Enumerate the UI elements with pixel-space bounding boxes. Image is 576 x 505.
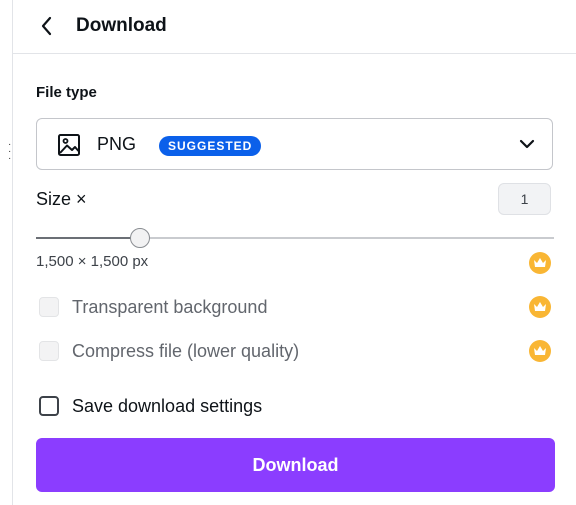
compress-file-label: Compress file (lower quality) [72,340,300,361]
chevron-down-icon [519,139,535,149]
size-label: Size × [36,189,87,209]
file-type-select[interactable]: PNG SUGGESTED [36,118,553,170]
dimensions-text: 1,500 × 1,500 px [36,253,149,270]
slider-fill [36,237,140,239]
download-panel: Download File type PNG SUGGESTED Size × … [13,0,576,505]
suggested-badge: SUGGESTED [159,136,262,156]
download-button[interactable]: Download [36,438,555,492]
slider-thumb[interactable] [129,228,150,248]
resize-handle[interactable]: · · · [8,140,11,164]
page-title: Download [76,15,167,36]
save-settings-label: Save download settings [72,395,263,416]
compress-file-option[interactable]: Compress file (lower quality) [39,338,299,364]
chevron-left-icon [41,16,52,36]
panel-header: Download [13,0,576,54]
file-type-label: File type [36,84,97,101]
image-icon [58,134,80,156]
premium-crown-icon [529,340,551,362]
save-settings-option[interactable]: Save download settings [39,393,262,419]
compress-file-checkbox[interactable] [39,341,59,361]
transparent-background-label: Transparent background [72,296,268,317]
transparent-background-option[interactable]: Transparent background [39,294,267,320]
back-button[interactable] [33,12,61,40]
premium-crown-icon [529,296,551,318]
premium-crown-icon [529,252,551,274]
size-multiplier-input[interactable]: 1 [498,183,551,215]
size-slider[interactable] [36,226,554,250]
save-settings-checkbox[interactable] [39,396,59,416]
file-type-value: PNG [97,134,137,154]
transparent-background-checkbox[interactable] [39,297,59,317]
